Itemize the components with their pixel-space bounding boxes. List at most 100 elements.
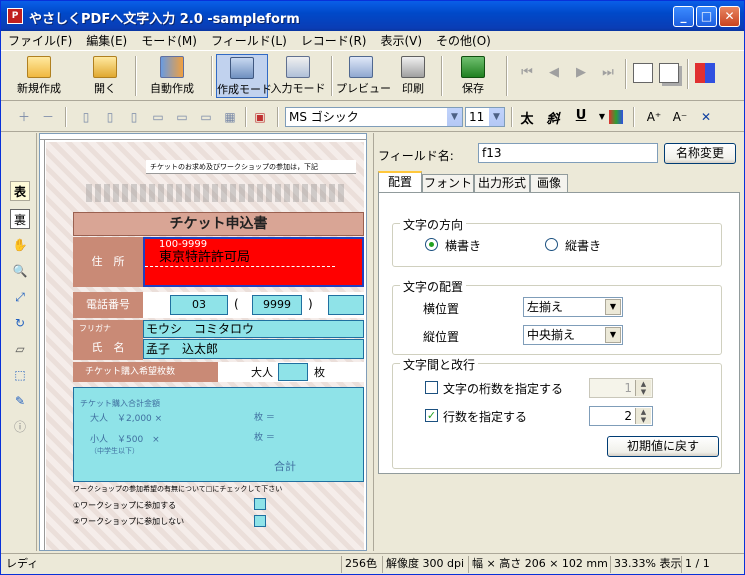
- last-record-icon[interactable]: ⏭: [598, 63, 618, 83]
- reset-defaults-button[interactable]: 初期値に戻す: [607, 436, 719, 457]
- input-mode-button[interactable]: 入力モード: [270, 54, 326, 98]
- same-size-icon[interactable]: ▦: [221, 108, 239, 126]
- digits-spinner[interactable]: 1 ▲ ▼: [589, 378, 653, 398]
- align-middle-icon[interactable]: ▭: [173, 108, 191, 126]
- h-align-select[interactable]: 左揃え ▼: [523, 297, 623, 317]
- hand-tool-icon[interactable]: ✋: [10, 235, 30, 255]
- minimize-button[interactable]: _: [673, 6, 694, 27]
- tab-layout[interactable]: 配置: [378, 171, 422, 193]
- rotate-icon[interactable]: ↻: [10, 313, 30, 333]
- font-size-select[interactable]: 11 ▼: [465, 107, 505, 127]
- name-field[interactable]: 孟子 込太郎: [143, 339, 364, 359]
- tab-font[interactable]: フォント: [422, 174, 474, 193]
- preview-icon: [349, 56, 373, 78]
- select-area-icon[interactable]: ⬚: [10, 365, 30, 385]
- close-button[interactable]: ✕: [719, 6, 740, 27]
- status-resolution: 解像度 300 dpi: [382, 556, 467, 573]
- vertical-radio[interactable]: [545, 238, 558, 251]
- auto-create-button[interactable]: 自動作成: [141, 54, 203, 98]
- phone-field-3[interactable]: [328, 295, 364, 315]
- total-label: チケット購入合計金額: [80, 399, 160, 408]
- chevron-down-icon[interactable]: ▼: [605, 327, 621, 343]
- menu-view[interactable]: 表示(V): [373, 31, 429, 51]
- open-button[interactable]: 開く: [79, 54, 131, 98]
- workshop-check-1[interactable]: [254, 498, 266, 510]
- font-select[interactable]: MS ゴシック ▼: [285, 107, 463, 127]
- save-button[interactable]: 保存: [451, 54, 495, 98]
- horizontal-radio[interactable]: [425, 238, 438, 251]
- prev-record-icon[interactable]: ◀: [544, 63, 564, 83]
- phone-field-1[interactable]: 03: [170, 295, 228, 315]
- h-align-label: 横位置: [423, 302, 460, 316]
- print-button[interactable]: 印刷: [391, 54, 435, 98]
- tab-output-format[interactable]: 出力形式: [474, 174, 530, 193]
- lines-spinner[interactable]: 2 ▲ ▼: [589, 406, 653, 426]
- chevron-down-icon[interactable]: ▼: [488, 108, 504, 126]
- text-style-icon[interactable]: ▣: [251, 108, 269, 126]
- spin-arrows-icon[interactable]: ▲ ▼: [635, 380, 651, 396]
- menu-mode[interactable]: モード(M): [134, 31, 204, 51]
- menu-edit[interactable]: 編集(E): [79, 31, 134, 51]
- copy-page-icon[interactable]: [659, 63, 679, 83]
- spacing-group: 文字間と改行 文字の桁数を指定する 1 ▲ ▼ ✓ 行数を指定する 2 ▲ ▼ 初期…: [392, 356, 722, 469]
- workshop-question: ワークショップの参加希望の有無について□にチェックして下さい: [73, 485, 283, 493]
- chevron-down-icon[interactable]: ▼: [605, 299, 621, 315]
- fit-icon[interactable]: ✕: [697, 108, 715, 126]
- color-palette-icon[interactable]: [609, 110, 623, 124]
- align-left-icon[interactable]: ▯: [77, 108, 95, 126]
- child-per-text: 枚 ＝: [254, 433, 275, 443]
- fit-page-icon[interactable]: ⤢: [10, 287, 30, 307]
- adult-count-field[interactable]: [278, 363, 308, 381]
- field-name-input[interactable]: f13: [478, 143, 658, 163]
- tab-image[interactable]: 画像: [530, 174, 568, 193]
- digits-checkbox[interactable]: [425, 381, 438, 394]
- rename-button[interactable]: 名称変更: [664, 143, 736, 164]
- eraser-icon[interactable]: ▱: [10, 339, 30, 359]
- spin-arrows-icon[interactable]: ▲ ▼: [635, 408, 651, 424]
- lines-checkbox[interactable]: ✓: [425, 409, 438, 422]
- align-top-icon[interactable]: ▭: [149, 108, 167, 126]
- document-view[interactable]: チケットのお求め及びワークショップの参加は，下記 チケット申込書 住 所 100…: [39, 133, 367, 551]
- v-align-select[interactable]: 中央揃え ▼: [523, 325, 623, 345]
- zoom-icon[interactable]: 🔍: [10, 261, 30, 281]
- preview-button[interactable]: プレビュー: [336, 54, 391, 98]
- toolbar-separator: [625, 59, 627, 89]
- info-icon[interactable]: ⓘ: [10, 417, 30, 437]
- italic-button[interactable]: 斜: [543, 108, 563, 127]
- front-side-icon[interactable]: 表: [10, 181, 30, 201]
- menu-other[interactable]: その他(O): [429, 31, 498, 51]
- first-record-icon[interactable]: ⏮: [517, 63, 537, 83]
- menu-record[interactable]: レコード(R): [294, 31, 374, 51]
- align-right-icon[interactable]: ▯: [125, 108, 143, 126]
- menu-field[interactable]: フィールド(L): [204, 31, 294, 51]
- chevron-down-icon[interactable]: ▼: [446, 108, 462, 126]
- toolbar-separator: [211, 56, 213, 96]
- field-properties-panel: フィールド名: f13 名称変更 配置 フォント 出力形式 画像 文字の方向 横…: [373, 133, 744, 551]
- add-field-icon[interactable]: ＋: [15, 108, 33, 126]
- page-icon[interactable]: [633, 63, 653, 83]
- app-icon: P: [7, 8, 23, 24]
- layout-group-title: 文字の配置: [400, 278, 467, 295]
- furigana-field[interactable]: モウシ コミタロウ: [143, 320, 364, 338]
- phone-field-2[interactable]: 9999: [252, 295, 302, 315]
- pen-tool-icon[interactable]: ✎: [10, 391, 30, 411]
- font-shrink-icon[interactable]: A⁻: [671, 108, 689, 126]
- new-button[interactable]: 新規作成: [9, 54, 69, 98]
- align-bottom-icon[interactable]: ▭: [197, 108, 215, 126]
- workshop-check-2[interactable]: [254, 515, 266, 527]
- font-grow-icon[interactable]: A⁺: [645, 108, 663, 126]
- underline-button[interactable]: U: [571, 108, 591, 123]
- total-box[interactable]: チケット購入合計金額 大人 ￥2,000 × 小人 ￥500 × （中学生以下）…: [73, 387, 364, 482]
- next-record-icon[interactable]: ▶: [571, 63, 591, 83]
- create-mode-button[interactable]: 作成モード: [216, 54, 272, 98]
- remove-field-icon[interactable]: －: [39, 108, 57, 126]
- back-side-icon[interactable]: 裏: [10, 209, 30, 229]
- address-field[interactable]: 100-9999 東京特許許可局: [143, 237, 364, 287]
- align-center-icon[interactable]: ▯: [101, 108, 119, 126]
- bold-button[interactable]: 太: [517, 108, 537, 127]
- form-note-top: チケットのお求め及びワークショップの参加は，下記: [146, 160, 356, 174]
- title-bar[interactable]: P やさしくPDFへ文字入力 2.0 -sampleform _ □ ✕: [1, 1, 744, 31]
- maximize-button[interactable]: □: [696, 6, 717, 27]
- menu-file[interactable]: ファイル(F): [1, 31, 79, 51]
- settings-grid-icon[interactable]: [695, 63, 715, 83]
